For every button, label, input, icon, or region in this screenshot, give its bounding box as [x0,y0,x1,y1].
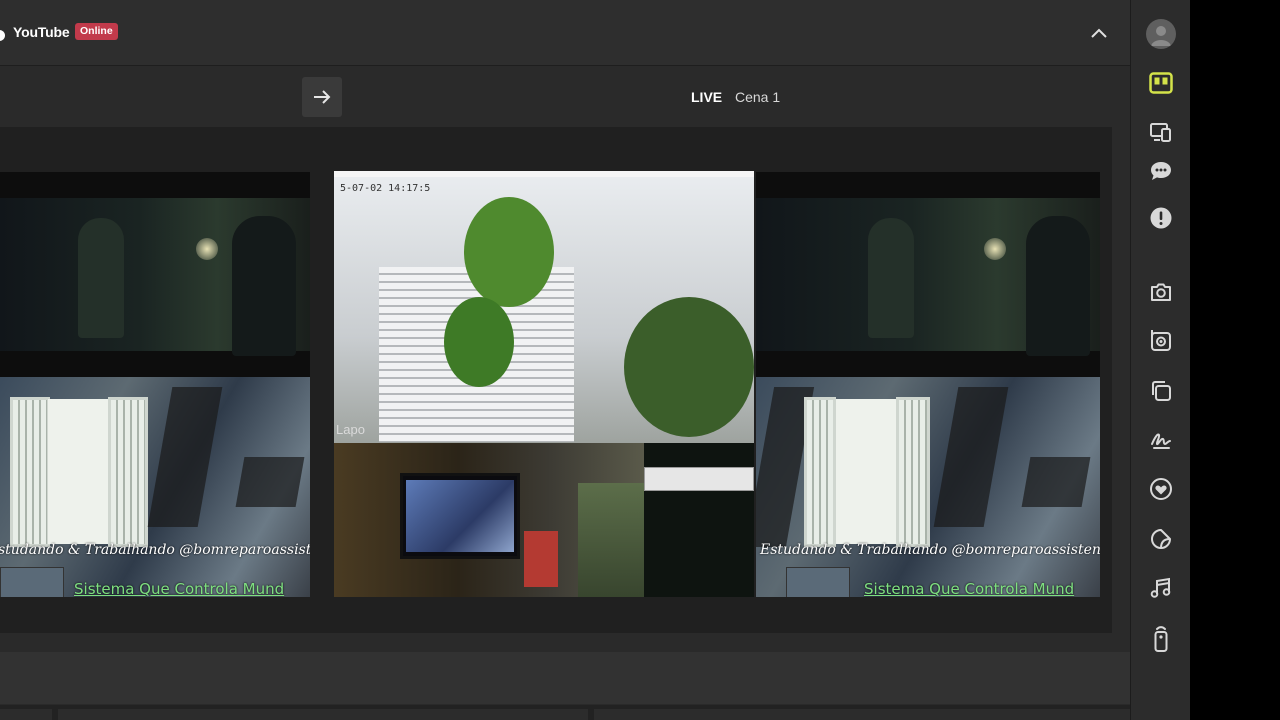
sidebar-item-copy[interactable] [1146,376,1176,406]
plant-leaves [464,197,554,307]
small-thumbnail [0,567,64,597]
bottom-strip [0,705,1130,720]
scene-figure [78,218,124,338]
sidebar-item-alert[interactable] [1146,203,1176,233]
camera-brand: Lapo [336,422,365,437]
alert-icon [1150,207,1172,229]
layout-icon [1149,72,1173,94]
user-icon [1151,26,1171,46]
sidebar-item-signature[interactable] [1146,425,1176,455]
preview-tile-center: 5-07-02 14:17:5 Lapo [334,171,754,597]
right-sidebar [1130,0,1190,720]
copy-icon [1152,381,1171,401]
camera-timestamp: 5-07-02 14:17:5 [340,183,431,194]
movie-scene [0,198,310,356]
empty-region [1190,0,1280,720]
graffiti [1021,457,1091,507]
caption-text: Estudando & Trabalhando @bomreparoassist… [760,542,1100,558]
graffiti [235,457,305,507]
sidebar-item-layout[interactable] [1146,68,1176,98]
strip-segment [594,709,1130,720]
collapse-button[interactable] [1086,20,1112,46]
live-label: LIVE [691,89,723,105]
sidebar-item-devices[interactable] [1146,117,1176,147]
camera-icon [1151,283,1171,301]
room-window [10,397,50,547]
security-camera-view: 5-07-02 14:17:5 Lapo [334,177,754,443]
caption-green: Sistema Que Controla Mund [864,580,1075,597]
status-badge: Online [75,23,118,40]
scene-lamp [196,238,218,260]
camera-flip-icon [1151,330,1171,351]
preview-tile-right: Estudando & Trabalhando @bomreparoassist… [756,172,1100,597]
room-scene: studando & Trabalhando @bomreparoassiste… [0,377,310,597]
studio-main: YouTube Online LIVE Cena 1 studando & Tr… [0,0,1130,720]
scene-figure [232,216,296,356]
avatar[interactable] [1146,19,1176,49]
plant-leaves [444,297,514,387]
platform-header: YouTube Online [0,0,1130,66]
devices-icon [1150,123,1171,142]
desk-object [524,531,558,587]
graffiti [147,387,223,527]
plant-leaves [624,297,754,437]
room-scene: Estudando & Trabalhando @bomreparoassist… [756,377,1100,597]
sidebar-item-chat[interactable] [1146,156,1176,186]
caption-text: studando & Trabalhando @bomreparoassiste… [0,542,310,558]
go-live-arrow-button[interactable] [302,77,342,117]
scene-lamp [984,238,1006,260]
desk-monitor [400,473,520,559]
heart-icon [1150,478,1172,500]
monitor-screen [406,480,514,552]
remote-icon [1154,626,1168,652]
music-icon [1150,577,1171,598]
desk-panel [578,483,644,597]
strip-segment [58,709,588,720]
arrow-right-icon [314,90,331,104]
bottom-panel [0,652,1130,704]
scene-figure [868,218,914,338]
room-window [896,397,930,547]
platform-name: YouTube [13,24,70,40]
sidebar-item-remote[interactable] [1146,624,1176,654]
signature-icon [1151,433,1171,449]
scene-name: Cena 1 [735,89,781,105]
graffiti [933,387,1009,527]
room-window [108,397,148,547]
movie-scene [756,198,1100,356]
room-window [804,397,836,547]
youtube-logo-icon [0,30,5,41]
room-window [836,399,896,544]
small-thumbnail [786,567,850,597]
chevron-up-icon [1091,28,1107,38]
sidebar-item-sticker[interactable] [1146,524,1176,554]
sticker-icon [1151,529,1171,549]
preview-tile-left: studando & Trabalhando @bomreparoassiste… [0,172,310,597]
chat-icon [1151,162,1171,180]
strip-segment [0,709,52,720]
sidebar-item-camera-flip[interactable] [1146,326,1176,356]
sidebar-item-music[interactable] [1146,573,1176,603]
scene-figure [1026,216,1090,356]
room-window [48,399,108,544]
sidebar-item-camera[interactable] [1146,277,1176,307]
side-window [644,443,754,597]
camera-border [334,171,754,177]
desk-scene [334,443,644,597]
window-bar [644,467,754,491]
sidebar-item-heart[interactable] [1146,474,1176,504]
caption-green: Sistema Que Controla Mund [74,580,285,597]
